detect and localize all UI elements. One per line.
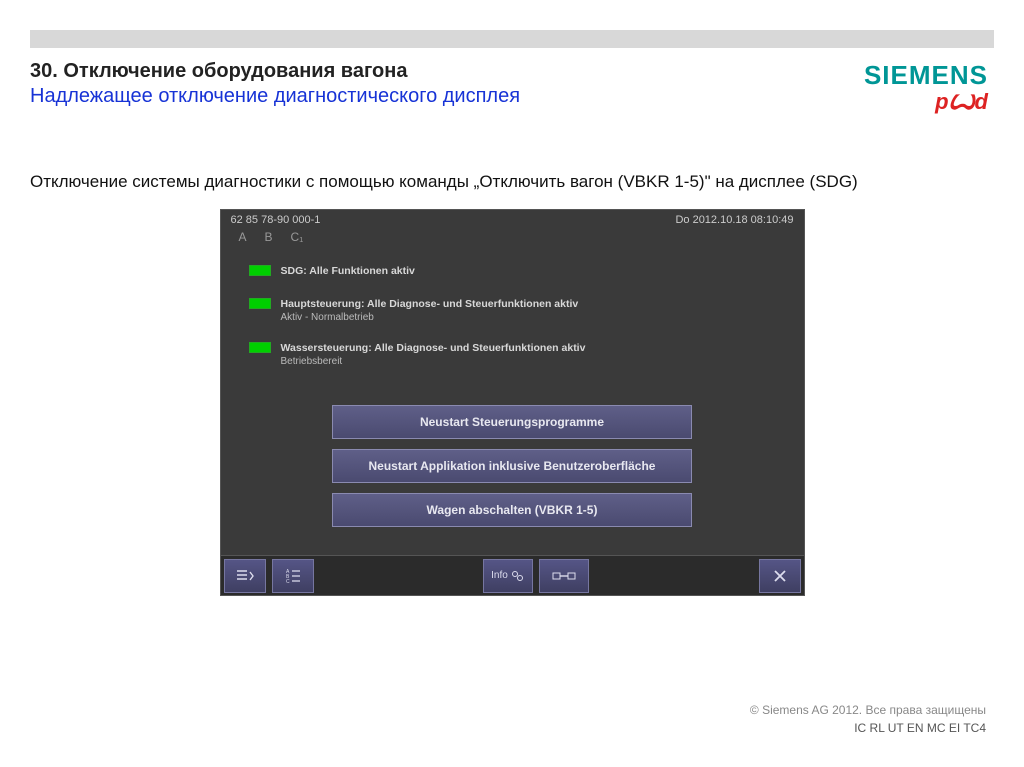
abc-list-icon: A B C [284, 568, 302, 584]
info-label: Info [491, 570, 508, 581]
status-subtext: Betriebsbereit [281, 356, 586, 367]
sdg-tabs: A B C₁ [221, 228, 804, 250]
status-text: SDG: Alle Funktionen aktiv [281, 264, 415, 278]
restart-programs-button[interactable]: Neustart Steuerungsprogramme [332, 405, 692, 439]
footer-list-button[interactable] [224, 559, 266, 593]
restart-application-button[interactable]: Neustart Applikation inklusive Benutzero… [332, 449, 692, 483]
rzd-logo: pꙌd [864, 89, 988, 115]
datetime: Do 2012.10.18 08:10:49 [675, 214, 793, 226]
status-row-sdg: SDG: Alle Funktionen aktiv [249, 264, 794, 278]
status-text: Wassersteuerung: Alle Diagnose- und Steu… [281, 341, 586, 355]
status-text: Hauptsteuerung: Alle Diagnose- und Steue… [281, 297, 579, 311]
gears-icon [511, 570, 525, 582]
close-icon [773, 569, 787, 583]
status-row-wassersteuerung: Wassersteuerung: Alle Diagnose- und Steu… [249, 341, 794, 367]
list-arrow-icon [236, 569, 254, 583]
tab-b[interactable]: B [265, 230, 273, 244]
copyright: © Siemens AG 2012. Все права защищены [750, 701, 986, 719]
footer-code: IC RL UT EN MC EI TC4 [750, 719, 986, 737]
slide-title: 30. Отключение оборудования вагона [30, 60, 864, 83]
shutdown-wagon-button[interactable]: Wagen abschalten (VBKR 1-5) [332, 493, 692, 527]
slide-subtitle: Надлежащее отключение диагностического д… [30, 85, 864, 108]
train-id: 62 85 78-90 000-1 [231, 214, 321, 226]
tab-c[interactable]: C₁ [291, 230, 304, 244]
diagram-icon [552, 569, 576, 583]
svg-text:C: C [286, 579, 290, 584]
footer-diagram-button[interactable] [539, 559, 589, 593]
status-indicator-green [249, 265, 271, 276]
status-row-hauptsteuerung: Hauptsteuerung: Alle Diagnose- und Steue… [249, 297, 794, 323]
slide-body-text: Отключение системы диагностики с помощью… [30, 169, 994, 195]
sdg-display: 62 85 78-90 000-1 Do 2012.10.18 08:10:49… [220, 209, 805, 596]
status-indicator-green [249, 298, 271, 309]
tab-a[interactable]: A [239, 230, 247, 244]
status-subtext: Aktiv - Normalbetrieb [281, 312, 579, 323]
footer-info-button[interactable]: Info [483, 559, 533, 593]
footer-close-button[interactable] [759, 559, 801, 593]
siemens-logo: SIEMENS [864, 60, 988, 91]
footer-abc-list-button[interactable]: A B C [272, 559, 314, 593]
status-indicator-green [249, 342, 271, 353]
